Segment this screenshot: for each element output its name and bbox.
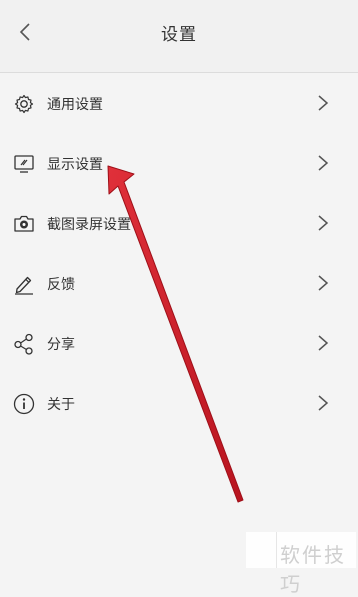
- watermark-badge: [246, 532, 277, 568]
- menu-item-share[interactable]: 分享: [0, 313, 358, 373]
- camera-icon: [12, 212, 36, 236]
- menu-item-feedback[interactable]: 反馈: [0, 253, 358, 313]
- header-bar: 设置: [0, 0, 358, 73]
- watermark: 软件技巧: [246, 532, 356, 596]
- menu-item-screenshot-recording[interactable]: 截图录屏设置: [0, 193, 358, 253]
- menu-item-display[interactable]: 显示设置: [0, 133, 358, 193]
- chevron-right-icon: [316, 94, 330, 112]
- page-title: 设置: [161, 25, 197, 45]
- monitor-icon: [12, 152, 36, 176]
- settings-list: 通用设置 显示设置 截图录屏设置 反馈 分享 关于: [0, 73, 358, 433]
- menu-item-label: 通用设置: [47, 97, 103, 113]
- menu-item-label: 反馈: [47, 277, 75, 293]
- menu-item-label: 分享: [47, 337, 75, 353]
- menu-item-label: 截图录屏设置: [47, 217, 131, 233]
- pencil-icon: [12, 272, 36, 296]
- info-icon: [12, 392, 36, 416]
- gear-icon: [12, 92, 36, 116]
- watermark-text: 软件技巧: [280, 543, 346, 596]
- menu-item-general[interactable]: 通用设置: [0, 73, 358, 133]
- chevron-right-icon: [316, 154, 330, 172]
- menu-item-label: 显示设置: [47, 157, 103, 173]
- menu-item-label: 关于: [47, 397, 75, 413]
- chevron-right-icon: [316, 274, 330, 292]
- menu-item-about[interactable]: 关于: [0, 373, 358, 433]
- chevron-right-icon: [316, 394, 330, 412]
- chevron-right-icon: [316, 214, 330, 232]
- share-icon: [12, 332, 36, 356]
- chevron-right-icon: [316, 334, 330, 352]
